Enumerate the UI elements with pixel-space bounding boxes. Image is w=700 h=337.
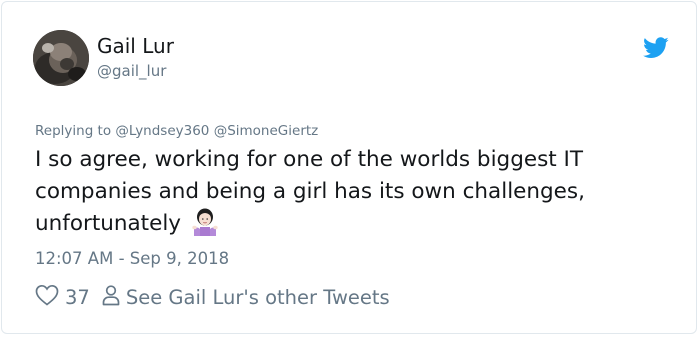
tweet-text: I so agree, working for one of the world… [35,144,675,240]
reply-mention-simonegiertz[interactable]: @SimoneGiertz [214,123,319,139]
twitter-bird-icon[interactable] [643,37,669,59]
replying-to: Replying to @Lyndsey360 @SimoneGiertz [35,122,318,140]
reply-mention-lyndsey360[interactable]: @Lyndsey360 [115,123,209,139]
tweet-actions: 37 See Gail Lur's other Tweets [35,284,390,310]
author-name[interactable]: Gail Lur [97,34,174,58]
tweet-text-segment: companies and being a girl has its own c… [35,179,585,204]
avatar-photo [33,30,89,86]
tweet-text-line: unfortunately [35,208,675,240]
tweet-text-segment: unfortunately [35,211,182,236]
other-tweets-label: See Gail Lur's other Tweets [125,285,390,309]
see-other-tweets-link[interactable]: See Gail Lur's other Tweets [102,284,390,311]
replying-prefix: Replying to [35,123,112,139]
tweet-text-line: I so agree, working for one of the world… [35,147,584,172]
like-count: 37 [65,285,90,309]
person-icon [102,284,120,311]
woman-shrugging-emoji-icon [191,208,219,236]
like-button[interactable]: 37 [35,284,90,311]
tweet-card: Gail Lur @gail_lur Replying to @Lyndsey3… [1,1,697,334]
tweet-text-line: companies and being a girl has its own c… [35,176,675,208]
heart-icon [35,284,59,311]
avatar[interactable] [33,30,89,86]
author-handle[interactable]: @gail_lur [97,62,166,80]
tweet-timestamp[interactable]: 12:07 AM - Sep 9, 2018 [35,248,229,270]
